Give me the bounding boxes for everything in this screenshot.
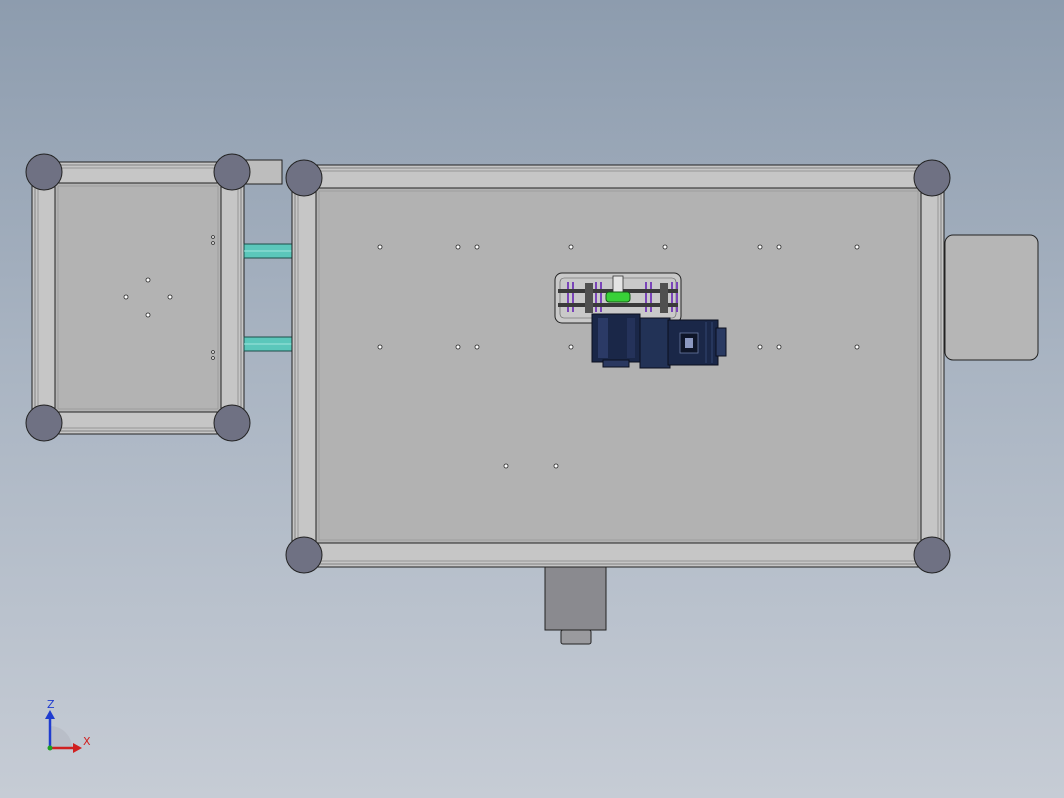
foot-icon	[285, 536, 323, 574]
left-frame-plate	[54, 182, 222, 413]
triad-plane	[50, 726, 72, 748]
foot-icon	[913, 159, 951, 197]
foot-icon	[913, 536, 951, 574]
coupling	[605, 291, 631, 303]
cylinder-body	[544, 564, 607, 631]
cad-viewport[interactable]: Z X	[0, 0, 1064, 798]
foot-icon	[25, 153, 63, 191]
motor-flange	[639, 317, 671, 369]
z-arrow-icon	[45, 710, 55, 719]
drive-block-right	[660, 283, 668, 313]
foot-icon	[213, 153, 251, 191]
connecting-rails[interactable]	[243, 243, 293, 352]
drive-block-left	[585, 283, 593, 313]
left-frame[interactable]	[25, 153, 283, 442]
z-axis-label: Z	[47, 698, 55, 711]
origin-point	[47, 745, 53, 751]
shaft	[612, 275, 624, 293]
foot-icon	[285, 159, 323, 197]
foot-icon	[213, 404, 251, 442]
x-arrow-icon	[73, 743, 82, 753]
coordinate-triad	[45, 710, 82, 753]
cylinder-rod	[560, 629, 592, 645]
assembly-top-view[interactable]	[0, 0, 1064, 798]
foot-icon	[25, 404, 63, 442]
side-control-box[interactable]	[944, 234, 1039, 361]
x-axis-label: X	[83, 735, 91, 748]
motor-terminal	[685, 338, 693, 348]
bottom-cylinder[interactable]	[544, 564, 607, 645]
gearbox-rib	[627, 318, 635, 358]
motor-endcap	[715, 327, 727, 357]
gearbox-foot	[602, 359, 630, 368]
gearbox-rib	[598, 318, 608, 358]
